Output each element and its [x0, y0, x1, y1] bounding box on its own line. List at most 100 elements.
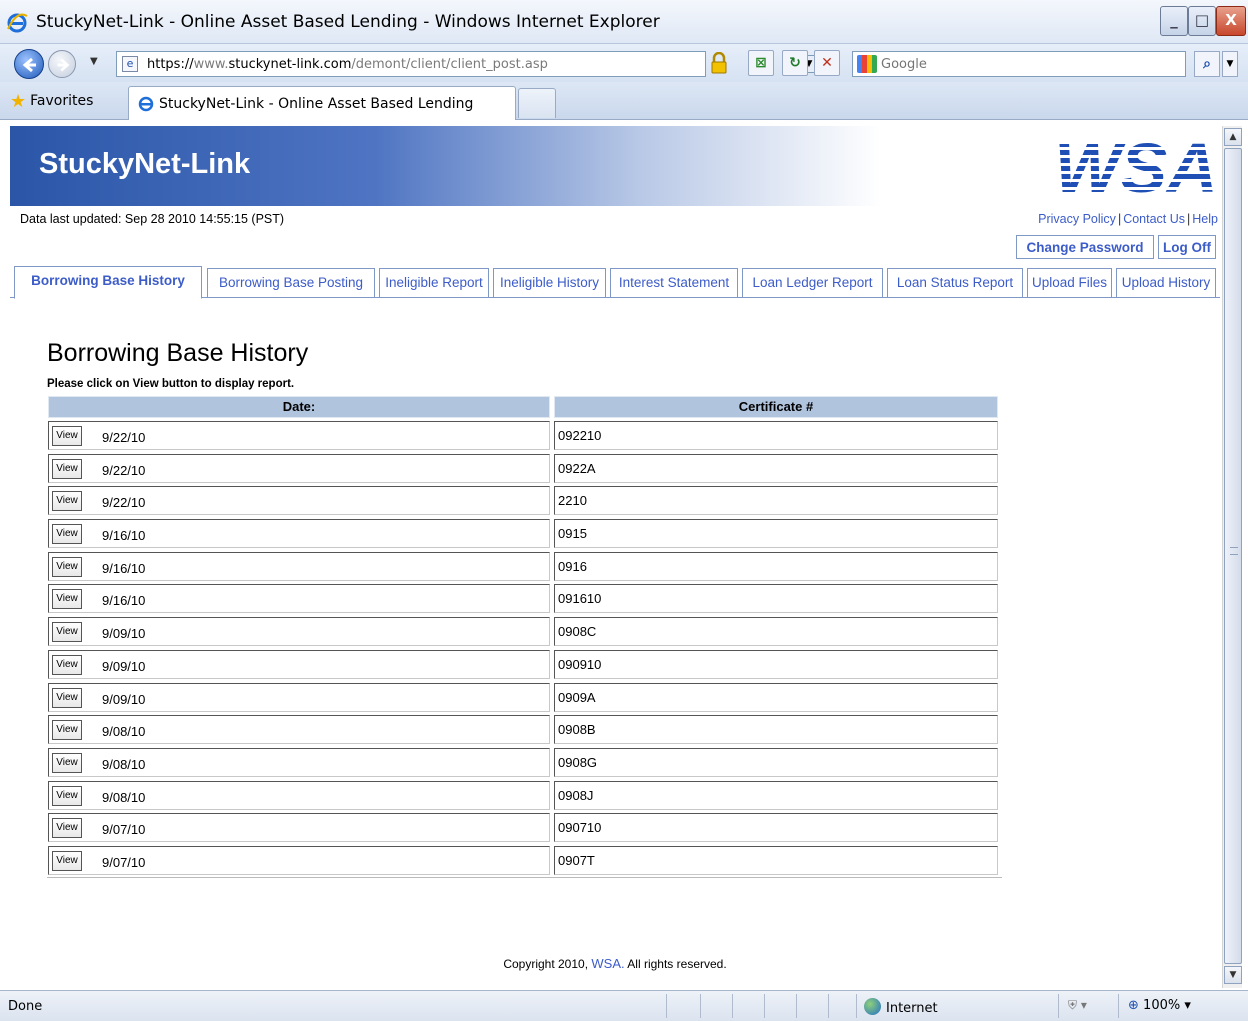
table-row: View 9/08/10 0908J: [47, 779, 1002, 812]
date-cell: View 9/08/10: [48, 780, 550, 810]
date-cell: View 9/16/10: [48, 584, 550, 614]
row-date: 9/08/10: [102, 724, 146, 740]
favorites-button[interactable]: ★ Favorites: [10, 91, 93, 112]
status-bar: Done Internet ⛨ ▾ ⊕ 100% ▾: [0, 990, 1248, 1021]
url-field[interactable]: e https://www.stuckynet-link.com/demont/…: [116, 51, 818, 77]
view-button[interactable]: View: [52, 491, 82, 512]
certificate-cell: 0908G: [554, 747, 998, 777]
certificate-cell: 0908C: [554, 617, 998, 647]
row-certificate: 092210: [558, 428, 602, 443]
search-box[interactable]: [852, 51, 1186, 77]
row-certificate: 0916: [558, 558, 587, 574]
tab-upload-history[interactable]: Upload History: [1116, 268, 1216, 298]
tab-upload-files[interactable]: Upload Files: [1027, 268, 1112, 298]
contact-us-link[interactable]: Contact Us: [1123, 212, 1185, 226]
tab-interest-statement[interactable]: Interest Statement: [610, 268, 738, 298]
date-cell: View 9/22/10: [48, 486, 550, 516]
search-icon[interactable]: ⌕: [1194, 51, 1220, 77]
row-date: 9/08/10: [102, 789, 146, 805]
change-password-button[interactable]: Change Password: [1016, 235, 1154, 259]
view-button[interactable]: View: [52, 687, 82, 708]
row-certificate: 0907T: [558, 852, 595, 868]
search-options-button[interactable]: ▼: [1222, 51, 1238, 77]
certificate-cell: 0922A: [554, 453, 998, 483]
view-button[interactable]: View: [52, 818, 82, 839]
tab-borrowing-base-posting[interactable]: Borrowing Base Posting: [207, 268, 375, 298]
row-certificate: 2210: [558, 493, 587, 509]
view-button[interactable]: View: [52, 654, 82, 675]
security-zone[interactable]: Internet: [864, 998, 938, 1016]
compatibility-view-button[interactable]: ⊠: [748, 50, 774, 76]
view-button[interactable]: View: [52, 426, 82, 446]
certificate-cell: 2210: [554, 486, 998, 516]
star-icon: ★: [10, 91, 27, 112]
date-cell: View 9/09/10: [48, 649, 550, 679]
tab-ineligible-history[interactable]: Ineligible History: [493, 268, 606, 298]
last-updated: Data last updated: Sep 28 2010 14:55:15 …: [20, 212, 285, 226]
stop-button[interactable]: ✕: [814, 50, 840, 76]
wsa-link[interactable]: WSA.: [591, 956, 624, 971]
scroll-up-button[interactable]: ▲: [1224, 128, 1242, 146]
help-link[interactable]: Help: [1192, 212, 1218, 226]
close-button[interactable]: X: [1216, 6, 1246, 36]
table-row: View 9/22/10 2210: [47, 484, 1002, 517]
tab-ineligible-report[interactable]: Ineligible Report: [379, 268, 489, 298]
forward-button[interactable]: [48, 50, 76, 78]
row-certificate: 0922A: [558, 460, 596, 476]
row-certificate: 0908C: [558, 624, 597, 640]
zoom-control[interactable]: ⊕ 100% ▾: [1128, 998, 1191, 1013]
tab-loan-status-report[interactable]: Loan Status Report: [887, 268, 1023, 298]
table-body: View 9/22/10 092210 View 9/22/10 0922A View 9/2…: [47, 419, 1002, 877]
view-button[interactable]: View: [52, 589, 82, 610]
protected-mode-icon[interactable]: ⛨ ▾: [1068, 998, 1087, 1013]
refresh-button[interactable]: ↻: [782, 50, 808, 76]
view-button[interactable]: View: [52, 458, 82, 479]
certificate-cell: 090910: [554, 649, 998, 679]
instruction-text: Please click on View button to display r…: [47, 378, 295, 390]
certificate-cell: 0908B: [554, 715, 998, 745]
history-dropdown-icon[interactable]: ▼: [90, 56, 98, 67]
privacy-policy-link[interactable]: Privacy Policy: [1038, 212, 1116, 226]
row-certificate: 090910: [558, 656, 602, 672]
scroll-down-button[interactable]: ▼: [1224, 966, 1242, 984]
view-button[interactable]: View: [52, 622, 82, 643]
minimize-button[interactable]: _: [1160, 6, 1188, 36]
row-certificate: 091610: [558, 591, 602, 607]
maximize-button[interactable]: □: [1188, 6, 1216, 36]
page-viewport: StuckyNet-Link WSA Data last updated: Se…: [10, 126, 1220, 988]
row-date: 9/16/10: [102, 593, 146, 609]
row-certificate: 0909A: [558, 689, 596, 705]
browser-tab[interactable]: StuckyNet-Link - Online Asset Based Lend…: [128, 86, 516, 120]
row-certificate: 090710: [558, 820, 602, 836]
tab-borrowing-base-history[interactable]: Borrowing Base History: [14, 266, 202, 299]
row-date: 9/16/10: [102, 560, 146, 576]
certificate-cell: 0907T: [554, 845, 998, 875]
row-date: 9/09/10: [102, 626, 146, 642]
scroll-thumb[interactable]: [1224, 148, 1242, 964]
view-button[interactable]: View: [52, 524, 82, 545]
view-button[interactable]: View: [52, 785, 82, 806]
view-button[interactable]: View: [52, 850, 82, 871]
vertical-scrollbar[interactable]: ▲ ▼: [1222, 126, 1242, 988]
address-bar: ▼ e https://www.stuckynet-link.com/demon…: [0, 44, 1248, 82]
log-off-button[interactable]: Log Off: [1158, 235, 1216, 259]
tab-loan-ledger-report[interactable]: Loan Ledger Report: [742, 268, 883, 298]
view-button[interactable]: View: [52, 556, 82, 577]
favorites-bar: ★ Favorites StuckyNet-Link - Online Asset…: [0, 82, 1248, 120]
certificate-cell: 091610: [554, 584, 998, 614]
back-button[interactable]: [14, 49, 44, 79]
row-date: 9/08/10: [102, 756, 146, 772]
new-tab-button[interactable]: [518, 88, 556, 118]
view-button[interactable]: View: [52, 752, 82, 773]
date-cell: View 9/22/10: [48, 453, 550, 483]
row-date: 9/09/10: [102, 691, 146, 707]
lock-icon[interactable]: [710, 52, 728, 74]
table-row: View 9/09/10 090910: [47, 648, 1002, 681]
view-button[interactable]: View: [52, 720, 82, 741]
row-date: 9/07/10: [102, 822, 146, 838]
row-date: 9/22/10: [102, 495, 146, 511]
site-banner: StuckyNet-Link WSA: [10, 126, 1220, 206]
report-tabs: Borrowing Base History Borrowing Base Po…: [10, 266, 1220, 299]
row-certificate: 0908G: [558, 754, 598, 770]
search-input[interactable]: [881, 54, 1181, 74]
